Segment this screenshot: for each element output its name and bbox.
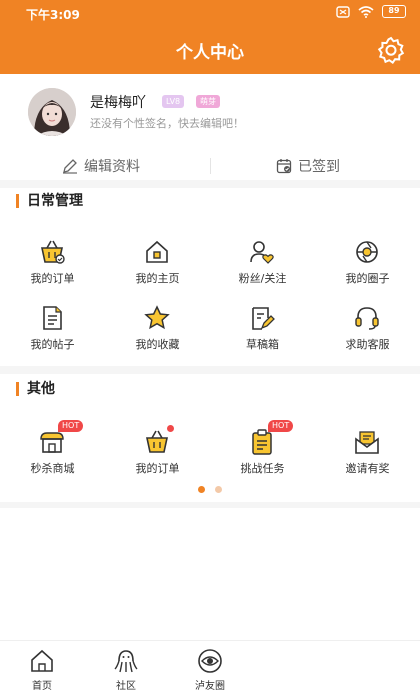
home-icon (31, 649, 53, 672)
octopus-icon (114, 650, 138, 673)
section-divider (0, 366, 420, 374)
grid-item-label: 我的帖子 (30, 338, 75, 351)
grid-item-label: 我的订单 (135, 462, 180, 475)
section-divider (0, 180, 420, 188)
notification-icon (336, 5, 350, 18)
avatar-image (28, 88, 76, 136)
user-signature: 还没有个性签名，快去编辑吧！ (90, 117, 244, 130)
envelope-icon (355, 431, 379, 454)
grid-item-invite-rewards[interactable]: 邀请有奖 (315, 428, 420, 488)
grid-item-challenge-tasks[interactable]: HOT 挑战任务 (210, 420, 315, 488)
edit-profile-label: 编辑资料 (84, 159, 140, 175)
tab-label: 首页 (32, 681, 52, 692)
calendar-check-icon (276, 159, 292, 174)
grid-item-customer-service[interactable]: 求助客服 (315, 304, 420, 364)
tab-community[interactable]: 社区 (96, 647, 156, 697)
other-section-title: 其他 (16, 382, 55, 396)
basket-icon (41, 240, 65, 264)
battery-level: 89 (382, 5, 406, 18)
grid-item-label: 我的圈子 (345, 272, 390, 285)
system-icons: 89 (336, 5, 406, 18)
grid-item-label: 求助客服 (345, 338, 390, 351)
level-badge: LV8 (162, 95, 185, 108)
draft-icon (252, 307, 275, 330)
edit-profile-button[interactable]: 编辑资料 (62, 150, 140, 182)
notification-dot (167, 425, 174, 432)
grid-item-label: 我的主页 (135, 272, 180, 285)
page-title: 个人中心 (176, 43, 244, 63)
section-divider (0, 502, 420, 508)
tag-badge: 萌芽 (196, 95, 220, 108)
grid-item-fans-follows[interactable]: 粉丝/关注 (210, 238, 315, 298)
page-dot[interactable] (215, 486, 222, 493)
pencil-icon (63, 159, 77, 174)
grid-item-my-posts[interactable]: 我的帖子 (0, 304, 105, 364)
headset-icon (355, 307, 379, 330)
tab-label: 泸友圈 (195, 681, 225, 692)
grid-item-label: 草稿箱 (246, 338, 279, 351)
page-indicator (0, 486, 420, 493)
grid-item-label: 挑战任务 (240, 462, 285, 475)
profile-actions: 编辑资料 已签到 (0, 150, 420, 182)
signin-button[interactable]: 已签到 (276, 150, 340, 182)
grid-item-label: 粉丝/关注 (238, 272, 287, 285)
grid-item-my-orders[interactable]: 我的订单 (0, 238, 105, 298)
status-time: 下午3:09 (26, 8, 80, 22)
basket-icon (146, 430, 168, 453)
grid-item-my-favorites[interactable]: 我的收藏 (105, 304, 210, 364)
bottom-tab-bar: 首页 社区 泸友圈 (0, 640, 420, 700)
grid-item-my-circle[interactable]: 我的圈子 (315, 238, 420, 298)
home-icon (146, 240, 168, 263)
aperture-icon (356, 241, 378, 263)
status-bar: 下午3:09 89 (0, 0, 420, 26)
page-dot-active[interactable] (198, 486, 205, 493)
grid-item-label: 我的收藏 (135, 338, 180, 351)
grid-item-label: 邀请有奖 (345, 462, 390, 475)
shop-icon (40, 432, 64, 453)
grid-item-my-homepage[interactable]: 我的主页 (105, 238, 210, 298)
actions-separator (210, 158, 211, 174)
star-icon (144, 305, 170, 330)
eye-circle-icon (198, 649, 222, 673)
signin-label: 已签到 (298, 159, 340, 175)
tab-friends-circle[interactable]: 泸友圈 (180, 647, 240, 697)
grid-item-label: 秒杀商城 (30, 462, 75, 475)
hot-badge: HOT (268, 420, 294, 432)
app-header: 个人中心 (0, 26, 420, 74)
user-heart-icon (250, 241, 274, 264)
grid-item-label: 我的订单 (30, 272, 75, 285)
grid-item-orders[interactable]: 我的订单 (105, 425, 210, 488)
tab-home[interactable]: 首页 (12, 647, 72, 697)
hot-badge: HOT (58, 420, 84, 432)
grid-item-drafts[interactable]: 草稿箱 (210, 304, 315, 364)
daily-section-title: 日常管理 (16, 194, 83, 208)
clipboard-icon (252, 429, 272, 455)
grid-item-flash-sale[interactable]: HOT 秒杀商城 (0, 420, 105, 488)
avatar[interactable] (28, 88, 76, 136)
user-name: 是梅梅吖 (90, 95, 146, 111)
gear-icon[interactable] (376, 35, 406, 65)
wifi-icon (358, 5, 374, 18)
profile-card: 是梅梅吖 LV8 萌芽 还没有个性签名，快去编辑吧！ 编辑资料 已签到 (0, 74, 420, 186)
tab-label: 社区 (116, 681, 136, 692)
document-icon (43, 306, 62, 330)
